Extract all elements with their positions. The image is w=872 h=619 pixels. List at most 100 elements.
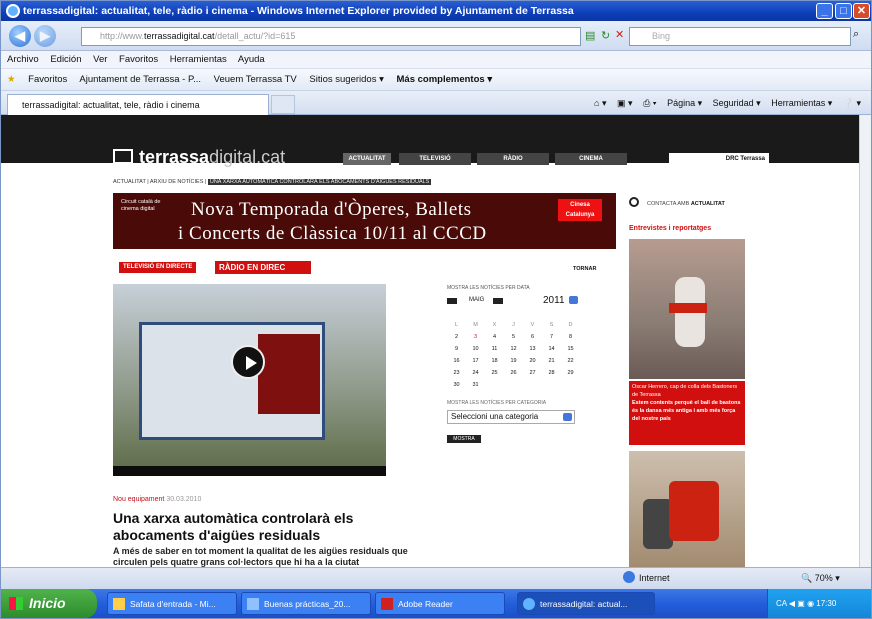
calendar-day[interactable]: 8 [561, 331, 580, 343]
task-browser[interactable]: terrassadigital: actual... [517, 592, 655, 615]
menu-ayuda[interactable]: Ayuda [238, 54, 265, 65]
stop-icon[interactable]: ✕ [615, 28, 624, 41]
search-icon[interactable]: ⌕ [853, 28, 859, 41]
help-icon[interactable]: ❔ ▾ [843, 98, 861, 108]
language-indicator[interactable]: CA [776, 599, 787, 608]
interview-caption[interactable]: Oscar Herrero, cap de colla dels Bastone… [629, 381, 745, 445]
article-category[interactable]: Nou equipament [113, 496, 164, 503]
fav-item-complementos[interactable]: Más complementos ▾ [397, 74, 493, 85]
fav-item-tv[interactable]: Veuem Terrassa TV [214, 74, 297, 85]
calendar-day[interactable]: 23 [447, 367, 466, 379]
tray-icons[interactable]: ◀ ▣ ◉ [789, 599, 814, 608]
video-control-bar[interactable] [113, 466, 386, 476]
menu-ver[interactable]: Ver [93, 54, 107, 65]
article-headline[interactable]: Una xarxa automàtica controlarà els aboc… [113, 510, 413, 544]
task-document[interactable]: Buenas prácticas_20... [241, 592, 371, 615]
menu-herramientas[interactable]: Herramientas [170, 54, 227, 65]
fav-item-sitios[interactable]: Sitios sugeridos ▾ [309, 74, 383, 85]
calendar-day[interactable]: 13 [523, 343, 542, 355]
prev-month-icon[interactable] [447, 298, 457, 304]
vertical-scrollbar[interactable] [859, 115, 871, 567]
cmd-herramientas[interactable]: Herramientas ▾ [771, 98, 832, 108]
calendar-day[interactable]: 29 [561, 367, 580, 379]
next-month-icon[interactable] [493, 298, 503, 304]
feeds-icon[interactable]: ▣ ▾ [617, 98, 633, 108]
calendar-day[interactable]: 9 [447, 343, 466, 355]
print-icon[interactable]: ⎙ ▾ [643, 98, 656, 108]
category-select[interactable]: Seleccioni una categoria [447, 410, 575, 424]
calendar-year[interactable]: 2011 [543, 295, 565, 306]
calendar-day[interactable]: 15 [561, 343, 580, 355]
breadcrumb-path[interactable]: ACTUALITAT | ARXIU DE NOTÍCIES | [113, 179, 208, 185]
mostra-button[interactable]: MOSTRA [447, 435, 481, 443]
start-button[interactable]: Inicio [1, 589, 97, 618]
calendar-day[interactable]: 27 [523, 367, 542, 379]
menu-archivo[interactable]: Archivo [7, 54, 39, 65]
calendar-day[interactable]: 5 [504, 331, 523, 343]
calendar-day[interactable]: 20 [523, 355, 542, 367]
back-link[interactable]: TORNAR [573, 266, 596, 272]
calendar-day[interactable]: 31 [466, 379, 485, 391]
calendar-day[interactable]: 30 [447, 379, 466, 391]
search-input[interactable]: Bing [629, 27, 851, 46]
site-logo[interactable]: terrassadigital.cat [113, 147, 285, 168]
calendar-day[interactable]: 10 [466, 343, 485, 355]
calendar-day[interactable]: 14 [542, 343, 561, 355]
compat-icon[interactable]: ▤ [585, 29, 595, 42]
tab-active[interactable]: terrassadigital: actualitat, tele, ràdio… [7, 94, 269, 115]
calendar-day[interactable]: 26 [504, 367, 523, 379]
calendar-day[interactable]: 25 [485, 367, 504, 379]
calendar-day[interactable]: 16 [447, 355, 466, 367]
forward-button[interactable]: ▶ [34, 25, 56, 47]
nav-cinema[interactable]: CINEMA [555, 153, 627, 165]
radio-live-button[interactable]: RÀDIO EN DIREC [215, 261, 311, 274]
tv-live-button[interactable]: TELEVISIÓ EN DIRECTE [119, 262, 197, 273]
menu-favoritos[interactable]: Favoritos [119, 54, 158, 65]
calendar-day[interactable]: 7 [542, 331, 561, 343]
calendar-day[interactable]: 2 [447, 331, 466, 343]
video-player[interactable] [113, 284, 386, 476]
back-button[interactable]: ◀ [9, 25, 31, 47]
red-cross-photo[interactable] [629, 451, 745, 567]
calendar-day[interactable]: 11 [485, 343, 504, 355]
home-icon[interactable]: ⌂ ▾ [594, 98, 606, 108]
calendar-day[interactable]: 21 [542, 355, 561, 367]
star-icon: ★ [7, 74, 16, 85]
fav-item-ajuntament[interactable]: Ajuntament de Terrassa - P... [79, 74, 201, 85]
menu-edicion[interactable]: Edición [50, 54, 81, 65]
favorites-button[interactable]: Favoritos [28, 74, 67, 85]
maximize-button[interactable]: □ [835, 3, 852, 19]
calendar-day[interactable]: 6 [523, 331, 542, 343]
calendar-day[interactable]: 22 [561, 355, 580, 367]
contact-section: ACTUALITAT [690, 201, 725, 207]
nav-actualitat[interactable]: ACTUALITAT [343, 153, 391, 165]
nav-radio[interactable]: RÀDIO [477, 153, 549, 165]
contact-link[interactable]: CONTACTA AMB ACTUALITAT [629, 197, 725, 207]
calendar-day[interactable]: 24 [466, 367, 485, 379]
interviews-heading[interactable]: Entrevistes i reportatges [629, 225, 711, 232]
nav-televisio[interactable]: TELEVISIÓ [399, 153, 471, 165]
refresh-icon[interactable]: ↻ [601, 29, 610, 42]
minimize-button[interactable]: _ [816, 3, 833, 19]
cmd-seguridad[interactable]: Seguridad ▾ [713, 98, 761, 108]
promo-banner[interactable]: Circuit català de cinema digital Nova Te… [113, 193, 616, 249]
close-button[interactable]: ✕ [853, 3, 870, 19]
address-input[interactable]: http://www.terrassadigital.cat/detall_ac… [81, 27, 581, 46]
calendar-day[interactable]: 18 [485, 355, 504, 367]
cmd-pagina[interactable]: Página ▾ [667, 98, 702, 108]
nav-drc[interactable]: DRC Terrassa [669, 153, 769, 165]
task-mail[interactable]: Safata d'entrada - Mi... [107, 592, 237, 615]
play-icon[interactable] [231, 345, 265, 379]
new-tab-button[interactable] [271, 95, 295, 114]
calendar-day[interactable]: 28 [542, 367, 561, 379]
zoom-control[interactable]: 🔍 70% ▾ [801, 568, 840, 589]
calendar-day[interactable]: 3 [466, 331, 485, 343]
calendar-day[interactable]: 17 [466, 355, 485, 367]
calendar-day[interactable]: 4 [485, 331, 504, 343]
task-adobe[interactable]: Adobe Reader [375, 592, 505, 615]
ie-icon [523, 598, 535, 610]
calendar-day[interactable]: 19 [504, 355, 523, 367]
calendar-day[interactable]: 12 [504, 343, 523, 355]
dancers-photo[interactable] [629, 239, 745, 379]
year-dropdown-icon[interactable] [569, 296, 578, 304]
